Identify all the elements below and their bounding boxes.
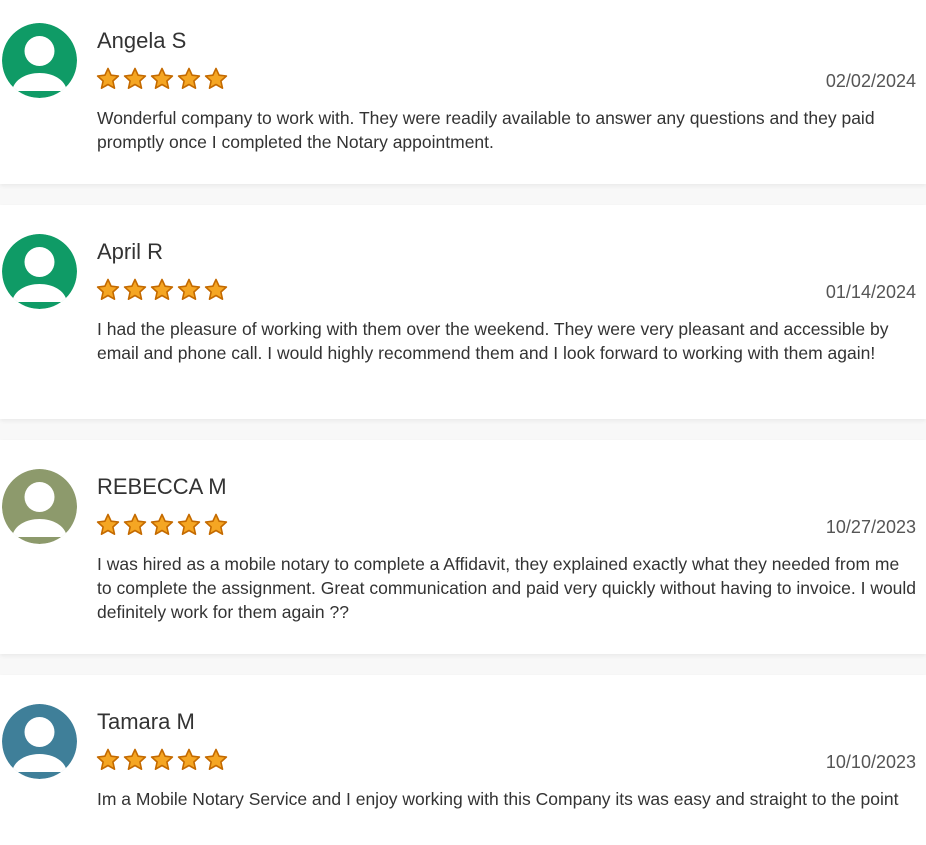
review-card: Angela S 02/02/2024 Wonderful company to… [0, 0, 926, 184]
review-card: Tamara M 10/10/2023 Im a Mobile Notary S… [0, 675, 926, 845]
review-text: Im a Mobile Notary Service and I enjoy w… [97, 789, 899, 809]
review-date: 10/27/2023 [825, 517, 916, 537]
star-icon [177, 67, 201, 89]
star-icon [96, 513, 120, 535]
star-icon [177, 513, 201, 535]
review-list: Angela S 02/02/2024 Wonderful company to… [0, 0, 926, 845]
star-icon [150, 67, 174, 89]
review-card: REBECCA M 10/27/2023 I was hired as a mo… [0, 440, 926, 654]
star-icon [204, 513, 228, 535]
star-icon [150, 748, 174, 770]
user-avatar-icon [2, 23, 77, 98]
star-icon [150, 513, 174, 535]
review-card: April R 01/14/2024 I had the pleasure of… [0, 205, 926, 419]
star-rating [96, 513, 228, 537]
star-icon [123, 278, 147, 300]
review-date: 01/14/2024 [825, 282, 916, 302]
star-icon [204, 748, 228, 770]
reviewer-name: REBECCA M [97, 474, 227, 499]
star-rating [96, 278, 228, 302]
star-icon [204, 67, 228, 89]
star-icon [96, 67, 120, 89]
reviewer-name: Angela S [97, 28, 187, 53]
review-date: 02/02/2024 [825, 71, 916, 91]
star-icon [177, 748, 201, 770]
review-text: I was hired as a mobile notary to comple… [97, 554, 917, 622]
review-text: Wonderful company to work with. They wer… [97, 108, 875, 152]
reviewer-name: April R [97, 239, 164, 264]
reviewer-name: Tamara M [97, 709, 195, 734]
star-icon [123, 67, 147, 89]
star-icon [96, 278, 120, 300]
star-icon [204, 278, 228, 300]
star-icon [123, 748, 147, 770]
star-icon [150, 278, 174, 300]
review-text: I had the pleasure of working with them … [97, 319, 889, 363]
review-date: 10/10/2023 [825, 752, 916, 772]
star-rating [96, 67, 228, 91]
star-icon [123, 513, 147, 535]
star-rating [96, 748, 228, 772]
star-icon [96, 748, 120, 770]
user-avatar-icon [2, 234, 77, 309]
user-avatar-icon [2, 469, 77, 544]
star-icon [177, 278, 201, 300]
user-avatar-icon [2, 704, 77, 779]
